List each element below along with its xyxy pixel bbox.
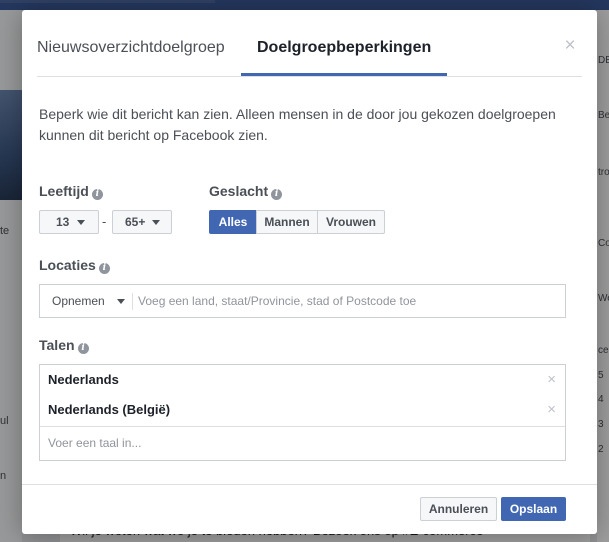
tab-news-feed-audience[interactable]: Nieuwsoverzichtdoelgroep (37, 39, 225, 57)
chevron-down-icon[interactable] (117, 299, 125, 304)
location-search-input[interactable] (138, 291, 558, 311)
cancel-button[interactable]: Annuleren (420, 497, 497, 521)
footer-divider (22, 484, 597, 485)
age-min-select[interactable]: 13 (39, 210, 99, 234)
languages-label-text: Talen (39, 337, 75, 353)
age-range-separator: - (102, 214, 107, 229)
gender-option-women[interactable]: Vrouwen (317, 210, 385, 234)
save-button[interactable]: Opslaan (501, 497, 566, 521)
gender-segmented-control: Alles Mannen Vrouwen (209, 210, 385, 234)
dialog-description: Beperk wie dit bericht kan zien. Alleen … (39, 106, 556, 143)
tabs-divider (37, 76, 582, 77)
language-token-label: Nederlands (België) (48, 402, 171, 417)
remove-language-icon[interactable]: × (547, 398, 556, 422)
dialog-tabs: Nieuwsoverzichtdoelgroep Doelgroepbeperk… (22, 10, 597, 76)
gender-option-all[interactable]: Alles (209, 210, 257, 234)
gender-label: Geslacht i (209, 183, 283, 200)
info-icon[interactable]: i (77, 343, 89, 354)
info-icon[interactable]: i (98, 263, 110, 274)
language-token-label: Nederlands (48, 372, 119, 387)
locations-label-text: Locaties (39, 257, 96, 273)
language-token: Nederlands × (48, 368, 558, 392)
remove-language-icon[interactable]: × (547, 368, 556, 392)
location-mode-select[interactable]: Opnemen (52, 294, 105, 308)
locations-label: Locaties i (39, 257, 110, 274)
close-icon[interactable]: × (562, 36, 578, 56)
languages-field: Nederlands × Nederlands (België) × (39, 364, 566, 461)
info-icon[interactable]: i (271, 189, 283, 200)
languages-label: Talen i (39, 337, 89, 354)
age-min-value: 13 (56, 215, 70, 229)
gender-option-men[interactable]: Mannen (256, 210, 318, 234)
age-max-select[interactable]: 65+ (112, 210, 172, 234)
languages-divider (40, 426, 565, 427)
audience-restrictions-dialog: Nieuwsoverzichtdoelgroep Doelgroepbeperk… (22, 10, 597, 534)
age-label-text: Leeftijd (39, 183, 89, 199)
gender-label-text: Geslacht (209, 183, 269, 199)
location-field-divider (132, 293, 133, 310)
locations-field: Opnemen (39, 284, 566, 318)
tab-audience-restrictions[interactable]: Doelgroepbeperkingen (257, 39, 431, 57)
chevron-down-icon (77, 220, 85, 225)
info-icon[interactable]: i (91, 189, 103, 200)
age-max-value: 65+ (125, 215, 146, 229)
age-label: Leeftijd i (39, 183, 103, 200)
language-search-input[interactable] (48, 433, 548, 453)
language-token: Nederlands (België) × (48, 398, 558, 422)
chevron-down-icon (152, 220, 160, 225)
